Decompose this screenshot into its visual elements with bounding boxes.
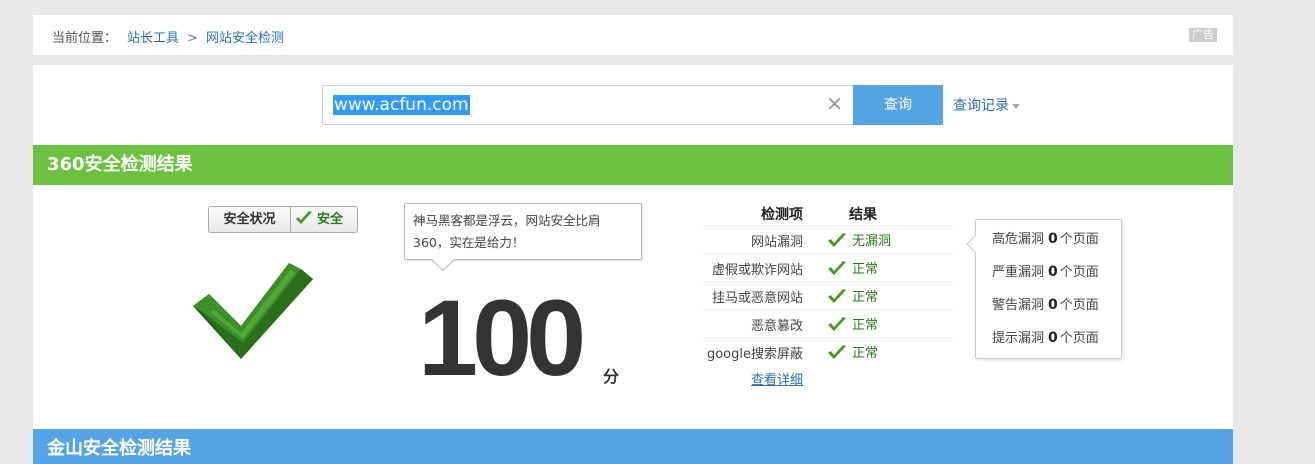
check-item-result-text: 正常	[852, 290, 879, 305]
check-icon	[828, 233, 846, 247]
breadcrumb-bar: 当前位置： 站长工具 > 网站安全检测 广告	[33, 15, 1233, 55]
main-panel: www.acfun.com ✕ 查询 查询记录 360安全检测结果 安全状况 安…	[33, 65, 1233, 464]
breadcrumb: 当前位置： 站长工具 > 网站安全检测	[52, 27, 284, 46]
check-icon	[828, 289, 846, 303]
security-score: 100	[418, 277, 586, 398]
vuln-unit: 个页面	[1059, 265, 1099, 280]
search-input[interactable]: www.acfun.com ✕	[322, 85, 854, 125]
table-row: 挂马或恶意网站 正常	[703, 281, 953, 309]
vulnerability-panel: 高危漏洞 0 个页面 严重漏洞 0 个页面 警告漏洞 0 个页面 提示漏洞 0 个页面	[966, 219, 1122, 360]
check-item-result: 正常	[827, 342, 878, 361]
vulnerability-line: 警告漏洞 0 个页面	[992, 294, 1121, 327]
header-result: 结果	[849, 207, 877, 223]
check-icon	[828, 345, 846, 359]
status-badge: 安全状况 安全	[208, 206, 358, 233]
breadcrumb-separator: >	[187, 31, 198, 46]
vuln-label: 提示漏洞	[992, 331, 1045, 346]
status-value: 安全	[291, 207, 357, 232]
vuln-label: 严重漏洞	[992, 265, 1045, 280]
detail-link[interactable]: 查看详细	[751, 369, 803, 388]
check-item-name: 网站漏洞	[750, 235, 803, 250]
check-icon	[828, 317, 846, 331]
section-360-header: 360安全检测结果	[33, 145, 1233, 185]
vuln-count: 0	[1048, 330, 1058, 346]
vuln-count: 0	[1048, 297, 1058, 313]
vulnerability-line: 严重漏洞 0 个页面	[992, 261, 1121, 294]
vuln-count: 0	[1048, 231, 1058, 247]
check-icon	[296, 211, 312, 224]
query-button[interactable]: 查询	[853, 85, 943, 125]
table-header: 检测项 结果	[703, 203, 953, 225]
section-kingsoft-header: 金山安全检测结果	[33, 429, 1233, 464]
vuln-unit: 个页面	[1059, 298, 1099, 313]
comment-text: 神马黑客都是浮云，网站安全比肩360，实在是给力！	[413, 213, 601, 250]
check-item-result-text: 正常	[852, 262, 879, 277]
history-dropdown[interactable]: 查询记录	[953, 95, 1020, 115]
check-item-result-text: 正常	[852, 346, 879, 361]
status-label: 安全状况	[209, 207, 291, 232]
vuln-panel-tail	[966, 235, 984, 253]
table-row: 网站漏洞 无漏洞	[703, 225, 953, 253]
table-row: google搜索屏蔽 正常	[703, 337, 953, 365]
bubble-tail	[431, 248, 455, 272]
big-check-icon	[193, 263, 313, 359]
check-item-result: 正常	[827, 258, 878, 277]
table-row: 虚假或欺诈网站 正常	[703, 253, 953, 281]
check-item-result: 正常	[827, 286, 878, 305]
check-item-name: 恶意篡改	[750, 319, 803, 334]
comment-bubble: 神马黑客都是浮云，网站安全比肩360，实在是给力！	[404, 203, 642, 272]
close-icon[interactable]: ✕	[826, 94, 843, 114]
breadcrumb-link-security[interactable]: 网站安全检测	[206, 31, 284, 46]
check-table: 检测项 结果 网站漏洞 无漏洞 虚假或欺诈网站 正常 挂马或恶意网站 正常 恶意篡改 正常 go…	[703, 203, 953, 365]
ad-badge: 广告	[1189, 28, 1217, 42]
check-icon	[828, 261, 846, 275]
check-item-result-text: 无漏洞	[852, 234, 892, 249]
breadcrumb-link-tools[interactable]: 站长工具	[127, 31, 179, 46]
vuln-unit: 个页面	[1059, 331, 1099, 346]
chevron-down-icon	[1012, 103, 1020, 109]
vulnerability-line: 提示漏洞 0 个页面	[992, 327, 1121, 360]
check-item-result: 正常	[827, 314, 878, 333]
vuln-unit: 个页面	[1059, 232, 1099, 247]
vulnerability-line: 高危漏洞 0 个页面	[992, 228, 1121, 261]
breadcrumb-prefix: 当前位置：	[52, 31, 118, 46]
vuln-count: 0	[1048, 264, 1058, 280]
check-item-name: 虚假或欺诈网站	[711, 263, 803, 278]
header-item: 检测项	[761, 207, 803, 223]
table-row: 恶意篡改 正常	[703, 309, 953, 337]
score-unit: 分	[603, 367, 620, 386]
check-item-result: 无漏洞	[827, 230, 891, 249]
vuln-label: 警告漏洞	[992, 298, 1045, 313]
check-item-name: google搜索屏蔽	[706, 347, 803, 362]
vuln-label: 高危漏洞	[992, 232, 1045, 247]
history-label: 查询记录	[953, 98, 1009, 114]
status-value-text: 安全	[317, 212, 344, 227]
check-item-name: 挂马或恶意网站	[711, 291, 803, 306]
check-item-result-text: 正常	[852, 318, 879, 333]
search-input-value[interactable]: www.acfun.com	[333, 95, 470, 115]
